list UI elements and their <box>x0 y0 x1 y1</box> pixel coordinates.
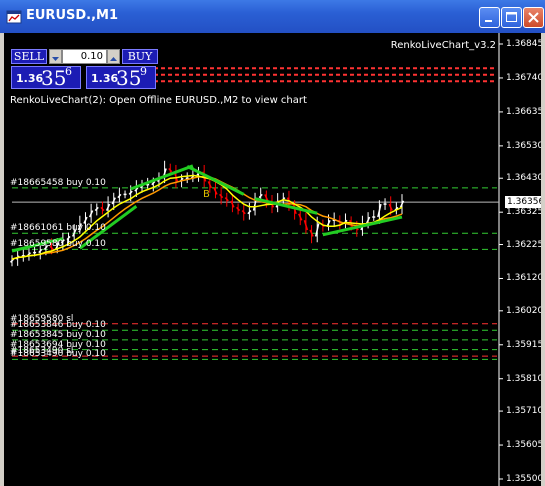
window-title: EURUSD.,M1 <box>26 8 119 23</box>
close-icon <box>528 12 539 23</box>
chevron-down-icon <box>52 57 59 61</box>
axis-tick-label: 1.36020 <box>506 305 541 316</box>
order-label: #18665458 buy 0.10 <box>10 177 106 188</box>
sell-price-display[interactable]: 1.36 35 6 <box>11 65 81 90</box>
axis-tick-label: 1.36325 <box>506 207 541 218</box>
minimize-button[interactable] <box>479 7 500 28</box>
close-button[interactable] <box>523 7 544 28</box>
order-label: #18659580 buy 0.10 <box>10 239 106 250</box>
buy-button[interactable]: BUY <box>122 49 158 64</box>
sell-price-prefix: 1.36 <box>16 72 44 85</box>
axis-tick-label: 1.36225 <box>506 239 541 250</box>
axis-tick-label: 1.36845 <box>506 39 541 49</box>
axis-tick-label: 1.36120 <box>506 273 541 284</box>
chart-area[interactable]: SELL 0.10 BUY 1.36 35 6 1.36 35 9 RenkoL… <box>4 33 541 486</box>
renko-marker-label: B <box>203 189 210 200</box>
axis-tick-label: 1.36430 <box>506 173 541 184</box>
chevron-up-icon <box>110 57 117 61</box>
order-label: #18653490 buy 0.10 <box>10 349 106 360</box>
buy-price-pips: 35 <box>116 66 142 90</box>
buy-price-display[interactable]: 1.36 35 9 <box>86 65 156 90</box>
order-label: #18653846 buy 0.10 <box>10 320 106 331</box>
axis-tick-label: 1.35810 <box>506 373 541 384</box>
one-click-trade-panel: SELL 0.10 BUY 1.36 35 6 1.36 35 9 <box>11 48 158 90</box>
renko-trend-segment <box>130 164 194 191</box>
minimize-icon <box>485 20 492 22</box>
chart-window-icon <box>6 10 22 24</box>
order-label: #18661061 buy 0.10 <box>10 223 106 234</box>
sell-price-fraction: 6 <box>65 65 72 78</box>
buy-price-prefix: 1.36 <box>91 72 119 85</box>
axis-tick-label: 1.35915 <box>506 339 541 350</box>
lot-decrease-button[interactable] <box>49 49 62 64</box>
maximize-button[interactable] <box>501 7 522 28</box>
title-bar: EURUSD.,M1 <box>0 0 545 33</box>
maximize-icon <box>506 12 517 22</box>
buy-price-fraction: 9 <box>140 65 147 78</box>
axis-tick-label: 1.36635 <box>506 106 541 117</box>
sell-price-pips: 35 <box>41 66 67 90</box>
axis-tick-label: 1.36530 <box>506 140 541 151</box>
current-price-label: 1.36356 <box>505 196 541 208</box>
order-label: #18653845 buy 0.10 <box>10 329 106 340</box>
indicator-name: RenkoLiveChart_v3.2 <box>390 40 496 51</box>
lot-size-input[interactable]: 0.10 <box>62 49 107 64</box>
axis-tick-label: 1.35500 <box>506 474 541 484</box>
indicator-message: RenkoLiveChart(2): Open Offline EURUSD.,… <box>10 95 307 106</box>
axis-tick-label: 1.36740 <box>506 72 541 83</box>
lot-increase-button[interactable] <box>107 49 120 64</box>
sell-button[interactable]: SELL <box>11 49 47 64</box>
axis-tick-label: 1.35710 <box>506 406 541 417</box>
axis-tick-label: 1.35605 <box>506 440 541 451</box>
